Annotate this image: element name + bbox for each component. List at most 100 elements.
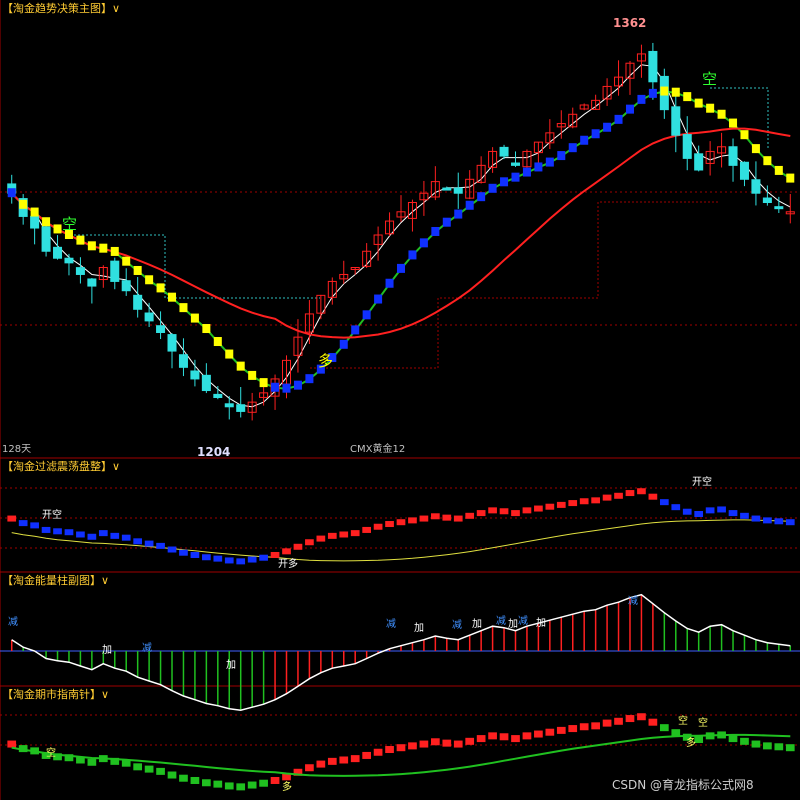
trend-block	[76, 235, 85, 245]
trend-block	[225, 349, 234, 359]
trend-block	[236, 361, 245, 371]
osc-bar	[430, 513, 440, 520]
osc-bar	[247, 556, 257, 563]
trend-block	[282, 383, 291, 393]
trend-block	[591, 129, 600, 139]
osc-bar	[202, 554, 211, 561]
guide-bar	[476, 735, 486, 743]
osc-bar	[648, 493, 658, 500]
osc-bar	[236, 558, 246, 565]
trend-block	[122, 256, 131, 266]
guide-bar	[511, 735, 520, 743]
candle-body	[682, 134, 692, 159]
guide-line	[11, 733, 791, 777]
osc-bar	[167, 546, 177, 553]
candle-body	[728, 146, 738, 166]
guide-bar	[224, 782, 234, 790]
trend-block	[694, 98, 703, 108]
osc-bar	[751, 515, 761, 522]
candle-body	[694, 153, 704, 171]
guide-bar	[579, 723, 589, 731]
candle-body	[442, 187, 452, 191]
trend-block	[442, 217, 451, 227]
osc-bar	[408, 517, 417, 524]
support-zone	[310, 201, 720, 369]
reduce-marker: 减	[386, 618, 396, 630]
trend-block	[374, 294, 383, 304]
ma-long-line	[10, 127, 791, 339]
trend-block	[465, 200, 474, 210]
guide-bar	[751, 740, 761, 748]
trend-block	[740, 130, 749, 140]
osc-bar	[110, 532, 120, 539]
candle-body	[121, 280, 131, 292]
osc-bar	[682, 508, 692, 515]
watermark: CSDN @育龙指标公式网8	[612, 777, 754, 792]
osc-bar	[545, 503, 555, 510]
signal-short-label: 空	[62, 215, 77, 233]
trend-block	[545, 157, 554, 167]
osc-bar	[476, 510, 486, 517]
trend-block	[259, 378, 268, 388]
osc-panel-title[interactable]: 【淘金过滤震荡盘整】∨	[2, 459, 120, 473]
osc-bar	[339, 531, 349, 538]
osc-bar	[419, 515, 429, 522]
guide-bar	[133, 763, 143, 771]
trend-block	[190, 313, 199, 323]
osc-bar	[87, 533, 97, 540]
symbol-label: CMX黄金12	[350, 442, 405, 455]
trend-block	[362, 310, 371, 320]
osc-bar	[659, 499, 669, 506]
trend-block	[408, 250, 417, 260]
main-panel-title[interactable]: 【淘金趋势决策主图】∨	[2, 1, 120, 15]
guide-panel-title[interactable]: 【淘金期市指南针】∨	[2, 687, 109, 701]
trend-block	[671, 87, 680, 97]
trend-block	[786, 173, 795, 183]
candle-body	[156, 325, 166, 334]
guide-bar	[659, 724, 669, 732]
trend-block	[248, 370, 257, 380]
osc-bar	[213, 555, 223, 562]
osc-bar	[144, 540, 154, 547]
osc-bar	[774, 518, 784, 525]
trend-block	[580, 135, 589, 145]
trend-block	[500, 177, 509, 187]
trend-block	[534, 162, 543, 172]
osc-bar	[373, 523, 383, 530]
guide-bar	[453, 740, 463, 748]
trend-block	[763, 156, 772, 166]
trend-block	[133, 265, 142, 275]
trend-block	[706, 103, 715, 113]
trend-block	[30, 207, 39, 217]
osc-bar	[637, 488, 646, 495]
guide-bar	[270, 776, 280, 784]
trend-block	[145, 275, 154, 285]
trend-block	[568, 143, 577, 153]
osc-bar	[190, 551, 200, 558]
guide-bar	[350, 755, 360, 763]
guide-bar	[545, 728, 555, 736]
guide-bar	[156, 767, 165, 775]
reduce-marker: 减	[496, 615, 506, 627]
candle-body	[774, 206, 784, 210]
chart-canvas: 【淘金趋势决策主图】∨ 128天 CMX黄金12 1362 1204 空 空 多…	[0, 0, 800, 800]
osc-bar	[625, 490, 635, 497]
candle-body	[648, 50, 658, 83]
trend-block	[87, 241, 96, 251]
trend-block	[511, 172, 520, 182]
trend-block	[454, 209, 463, 219]
signal-long-label: 多	[318, 352, 333, 370]
low-price-label: 1204	[197, 445, 230, 459]
osc-bar	[396, 519, 406, 526]
candle-body	[190, 370, 200, 380]
oscillator-panel	[0, 487, 800, 565]
candle-body	[224, 403, 234, 408]
candle-body	[178, 354, 188, 368]
osc-bar	[534, 505, 543, 512]
guide-bar	[556, 726, 566, 734]
trend-block	[648, 88, 657, 98]
osc-bar	[385, 521, 394, 528]
energy-panel-title[interactable]: 【淘金能量柱副图】∨	[2, 573, 109, 587]
candle-body	[144, 312, 154, 322]
osc-bar	[327, 532, 337, 539]
